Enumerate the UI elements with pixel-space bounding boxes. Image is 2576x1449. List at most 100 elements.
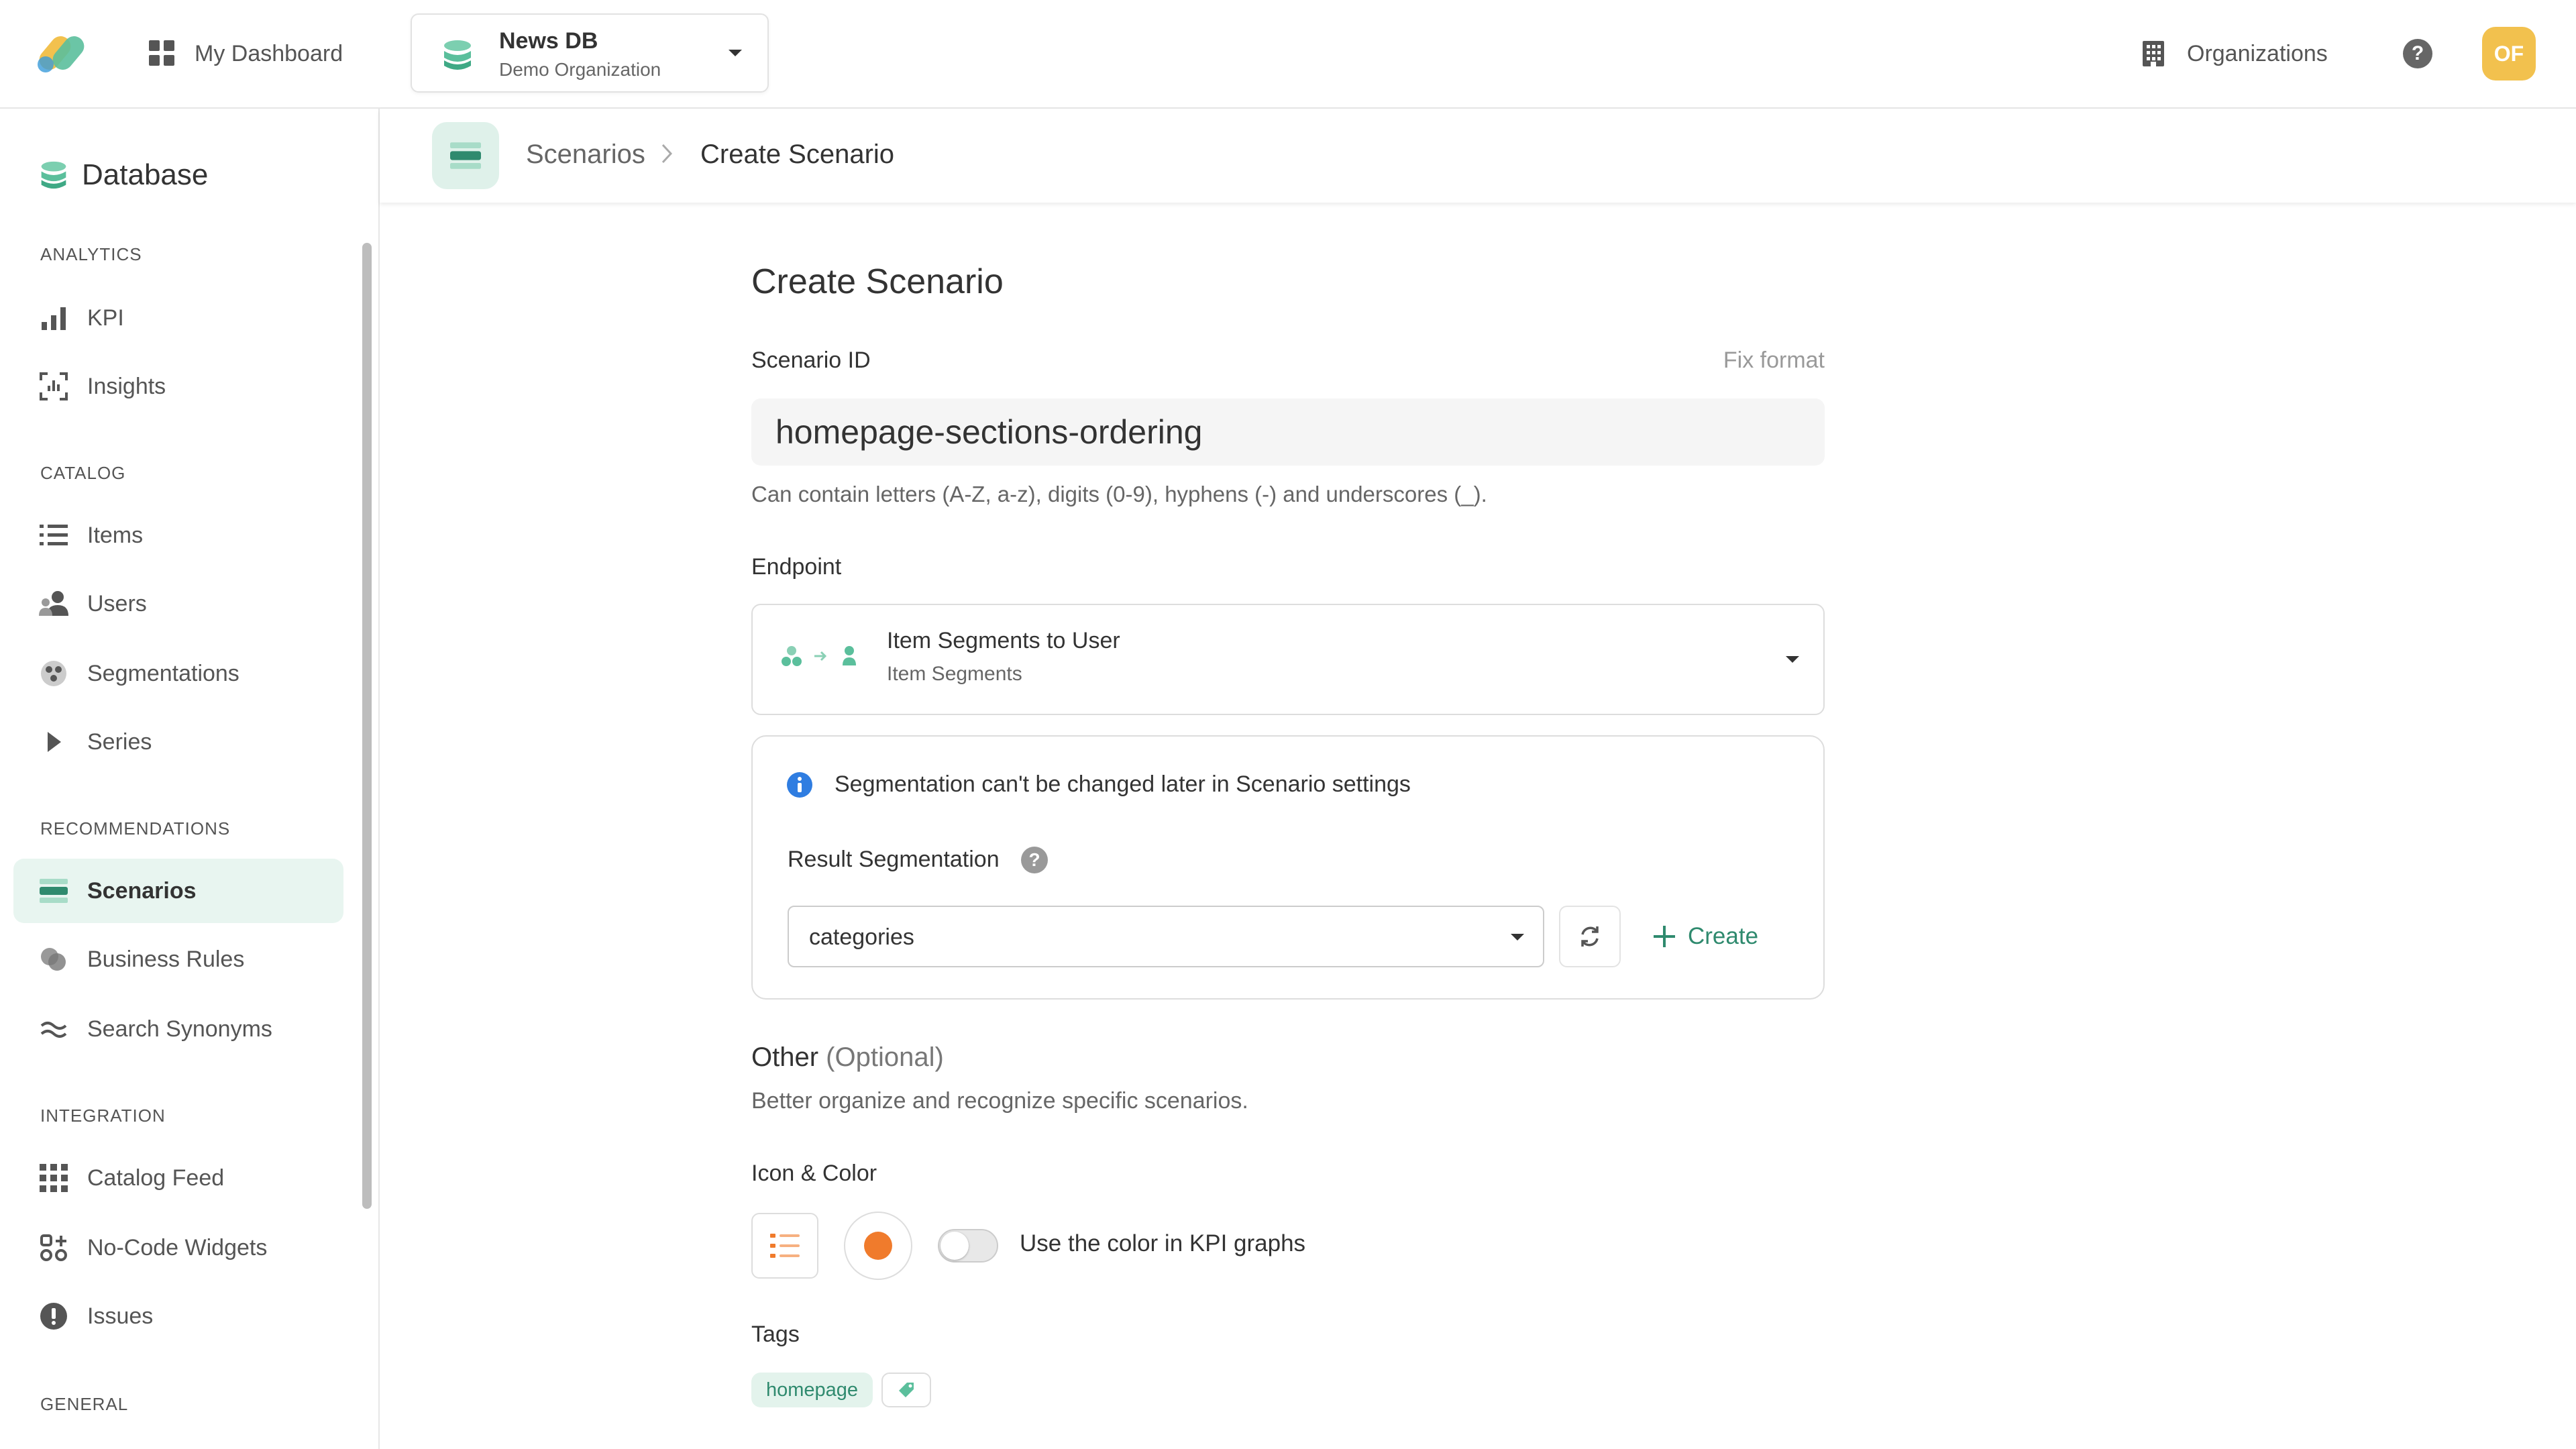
chevron-down-icon: [1509, 932, 1525, 942]
refresh-button[interactable]: [1559, 906, 1621, 967]
create-label: Create: [1688, 923, 1759, 949]
sidebar-item-label: No-Code Widgets: [87, 1234, 268, 1260]
other-description: Better organize and recognize specific s…: [751, 1088, 1248, 1114]
tags-label: Tags: [751, 1322, 800, 1347]
alert-icon: [38, 1300, 70, 1332]
sidebar-item-scenarios[interactable]: Scenarios: [13, 859, 343, 923]
sidebar-item-series[interactable]: Series: [13, 710, 343, 774]
scenarios-icon: [38, 875, 70, 907]
result-segmentation-select[interactable]: categories: [788, 906, 1544, 967]
breadcrumb: Scenarios Create Scenario: [380, 109, 2576, 203]
organizations-link[interactable]: Organizations: [2141, 27, 2328, 80]
refresh-icon: [1577, 924, 1603, 949]
app-logo[interactable]: [32, 30, 93, 76]
sidebar-item-label: Catalog Feed: [87, 1165, 225, 1191]
database-icon: [39, 160, 68, 190]
chevron-down-icon: [1784, 655, 1801, 664]
section-general: GENERAL: [40, 1394, 129, 1414]
approx-icon: [38, 1013, 70, 1045]
scenario-id-help: Can contain letters (A-Z, a-z), digits (…: [751, 482, 1487, 506]
my-dashboard-label: My Dashboard: [195, 40, 343, 66]
sidebar-item-catalog-feed[interactable]: Catalog Feed: [13, 1146, 343, 1210]
sidebar-title: Database: [82, 158, 209, 191]
section-recommendations: RECOMMENDATIONS: [40, 818, 231, 839]
sidebar-scrollbar[interactable]: [362, 243, 372, 1209]
sidebar-item-business-rules[interactable]: Business Rules: [13, 927, 343, 991]
bar-chart-icon: [38, 302, 70, 334]
scenarios-icon: [432, 122, 499, 189]
sidebar-item-kpi[interactable]: KPI: [13, 286, 343, 350]
tag-chip[interactable]: homepage: [751, 1373, 873, 1407]
sidebar-item-segmentations[interactable]: Segmentations: [13, 641, 343, 706]
dashboard-grid-icon: [148, 39, 177, 68]
database-selector[interactable]: News DB Demo Organization: [411, 13, 769, 93]
sidebar-item-no-code-widgets[interactable]: No-Code Widgets: [13, 1216, 343, 1280]
chevron-right-icon: [660, 142, 674, 165]
kpi-color-toggle[interactable]: [938, 1229, 998, 1263]
sidebar-item-search-synonyms[interactable]: Search Synonyms: [13, 997, 343, 1061]
building-icon: [2141, 40, 2165, 68]
segmentations-icon: [38, 657, 70, 690]
database-name: News DB: [499, 28, 598, 54]
sidebar-item-items[interactable]: Items: [13, 503, 343, 568]
create-segmentation-button[interactable]: Create: [1652, 914, 1758, 959]
add-tag-button[interactable]: [881, 1373, 931, 1407]
item-segments-to-user-icon: [781, 644, 864, 678]
color-picker-button[interactable]: [844, 1212, 912, 1280]
sidebar: Database ANALYTICS KPI Insights CATALOG …: [0, 109, 380, 1449]
scenario-id-label: Scenario ID: [751, 347, 871, 373]
sidebar-item-label: Issues: [87, 1303, 154, 1329]
fix-format-link[interactable]: Fix format: [1723, 347, 1825, 374]
my-dashboard-link[interactable]: My Dashboard: [148, 27, 343, 80]
sidebar-item-users[interactable]: Users: [13, 572, 343, 636]
section-analytics: ANALYTICS: [40, 244, 142, 264]
sidebar-item-label: KPI: [87, 305, 124, 331]
segmentation-info: Segmentation can't be changed later in S…: [835, 771, 1411, 798]
kpi-color-toggle-label: Use the color in KPI graphs: [1020, 1230, 1306, 1256]
help-icon[interactable]: ?: [2403, 39, 2432, 68]
business-rules-icon: [38, 943, 70, 975]
sidebar-item-insights[interactable]: Insights: [13, 354, 343, 419]
toggle-knob: [941, 1232, 969, 1260]
sidebar-item-label: Search Synonyms: [87, 1016, 272, 1042]
sidebar-item-label: Scenarios: [87, 877, 197, 904]
chevron-down-icon: [727, 48, 743, 58]
sidebar-header: Database: [39, 158, 208, 192]
optional-label: (Optional): [826, 1042, 944, 1072]
plus-icon: [1652, 924, 1677, 949]
sidebar-item-label: Series: [87, 729, 152, 755]
sidebar-item-label: Business Rules: [87, 946, 245, 972]
color-swatch: [864, 1232, 892, 1260]
sidebar-item-label: Users: [87, 590, 147, 616]
segmentation-info-rest: in Scenario settings: [1205, 771, 1411, 797]
segmentation-info-bold: Segmentation can't be changed later: [835, 771, 1205, 797]
endpoint-select[interactable]: Item Segments to User Item Segments: [751, 604, 1825, 715]
other-section-title: Other (Optional): [751, 1042, 944, 1073]
play-icon: [38, 726, 70, 758]
sidebar-item-issues[interactable]: Issues: [13, 1284, 343, 1348]
result-segmentation-label: Result Segmentation: [788, 847, 1000, 872]
sidebar-item-label: Segmentations: [87, 660, 239, 686]
page-title: Create Scenario: [751, 262, 1004, 301]
list-icon: [38, 519, 70, 551]
endpoint-subtitle: Item Segments: [887, 663, 1022, 685]
user-avatar[interactable]: OF: [2482, 27, 2536, 80]
breadcrumb-scenarios[interactable]: Scenarios: [526, 140, 645, 170]
section-catalog: CATALOG: [40, 463, 126, 483]
endpoint-label: Endpoint: [751, 554, 842, 580]
other-label: Other: [751, 1042, 819, 1072]
help-icon[interactable]: ?: [1021, 847, 1048, 873]
list-icon: [770, 1232, 800, 1259]
scenario-id-input[interactable]: [751, 398, 1825, 466]
organizations-label: Organizations: [2187, 40, 2328, 66]
users-icon: [38, 588, 70, 620]
result-segmentation-value: categories: [809, 924, 914, 950]
organization-name: Demo Organization: [499, 59, 661, 80]
endpoint-title: Item Segments to User: [887, 628, 1120, 653]
segmentation-box: Segmentation can't be changed later in S…: [751, 735, 1825, 1000]
grid-icon: [38, 1162, 70, 1194]
database-icon: [441, 39, 474, 71]
icon-picker-button[interactable]: [751, 1213, 818, 1279]
sidebar-item-label: Insights: [87, 373, 166, 399]
widgets-icon: [38, 1232, 70, 1264]
